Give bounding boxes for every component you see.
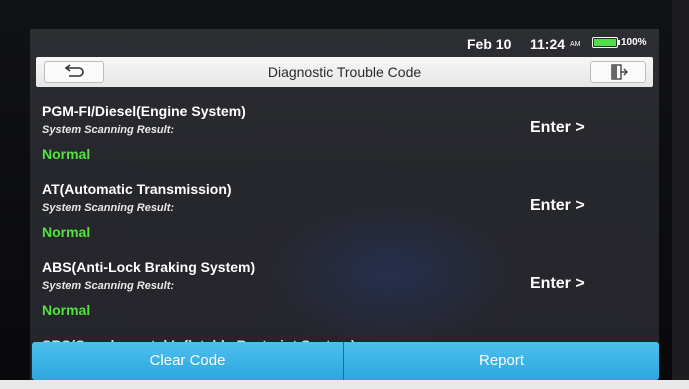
exit-door-icon bbox=[611, 64, 628, 80]
back-arrow-icon bbox=[64, 64, 84, 77]
list-item: ABS(Anti-Lock Braking System) System Sca… bbox=[30, 255, 659, 327]
status-bar: Feb 10 11:24 AM 100% bbox=[30, 29, 659, 57]
scan-result-value: Normal bbox=[42, 302, 91, 318]
action-bar: Clear Code Report bbox=[32, 342, 659, 380]
report-button[interactable]: Report bbox=[344, 342, 659, 380]
system-name: ABS(Anti-Lock Braking System) bbox=[42, 259, 256, 275]
desk-surface bbox=[0, 380, 689, 389]
enter-button[interactable]: Enter > bbox=[530, 275, 585, 293]
enter-button[interactable]: Enter > bbox=[530, 197, 585, 215]
title-bar: Diagnostic Trouble Code bbox=[36, 57, 653, 87]
status-time: 11:24 bbox=[530, 36, 566, 52]
battery-icon bbox=[592, 37, 618, 48]
device-screen: Feb 10 11:24 AM 100% Diagnostic Trouble … bbox=[30, 29, 659, 380]
list-item: PGM-FI/Diesel(Engine System) System Scan… bbox=[30, 99, 659, 171]
scan-result-label: System Scanning Result: bbox=[42, 280, 175, 292]
scan-result-value: Normal bbox=[42, 224, 91, 240]
device-edge bbox=[672, 0, 689, 389]
status-date: Feb 10 bbox=[467, 36, 512, 52]
scan-result-label: System Scanning Result: bbox=[42, 124, 175, 136]
back-button[interactable] bbox=[44, 61, 104, 83]
battery-terminal bbox=[618, 40, 620, 45]
scan-result-label: System Scanning Result: bbox=[42, 202, 175, 214]
page-title: Diagnostic Trouble Code bbox=[267, 64, 422, 80]
clear-code-button[interactable]: Clear Code bbox=[32, 342, 343, 380]
system-name: AT(Automatic Transmission) bbox=[42, 181, 232, 197]
enter-button[interactable]: Enter > bbox=[530, 119, 585, 137]
status-ampm: AM bbox=[570, 41, 581, 48]
battery-level-fill bbox=[594, 39, 616, 46]
list-item: AT(Automatic Transmission) System Scanni… bbox=[30, 177, 659, 249]
battery-percent: 100% bbox=[621, 37, 647, 48]
exit-button[interactable] bbox=[590, 61, 646, 83]
scan-result-value: Normal bbox=[42, 146, 91, 162]
system-name: PGM-FI/Diesel(Engine System) bbox=[42, 103, 246, 119]
